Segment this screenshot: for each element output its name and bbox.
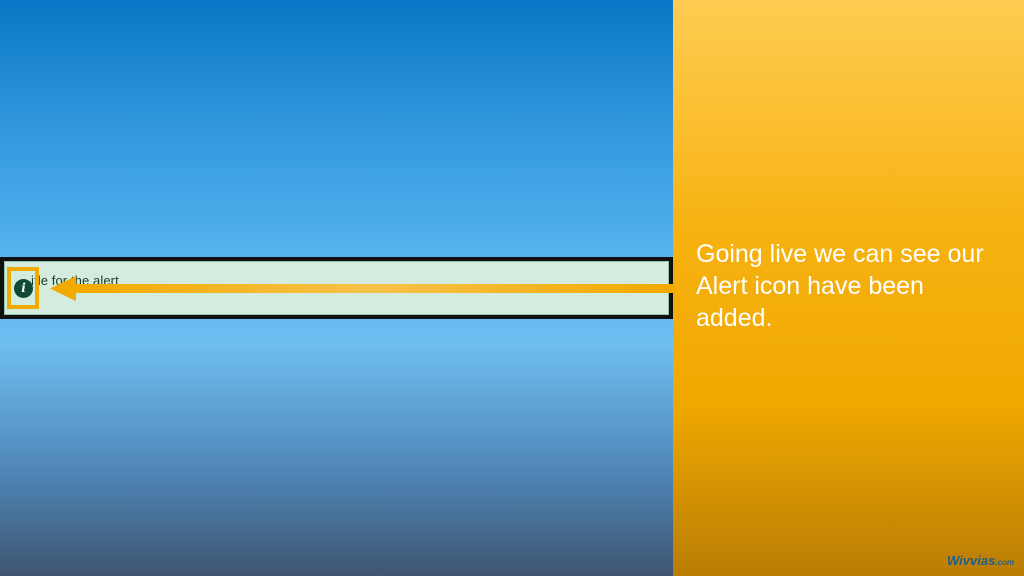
slide-caption: Going live we can see our Alert icon hav… bbox=[696, 240, 984, 332]
callout-arrow-shaft bbox=[70, 284, 675, 293]
brand-name: Wivvias bbox=[947, 553, 996, 568]
brand-logo: Wivvias.com bbox=[947, 553, 1014, 568]
callout-arrow-head bbox=[50, 276, 76, 301]
brand-suffix: .com bbox=[995, 558, 1014, 567]
